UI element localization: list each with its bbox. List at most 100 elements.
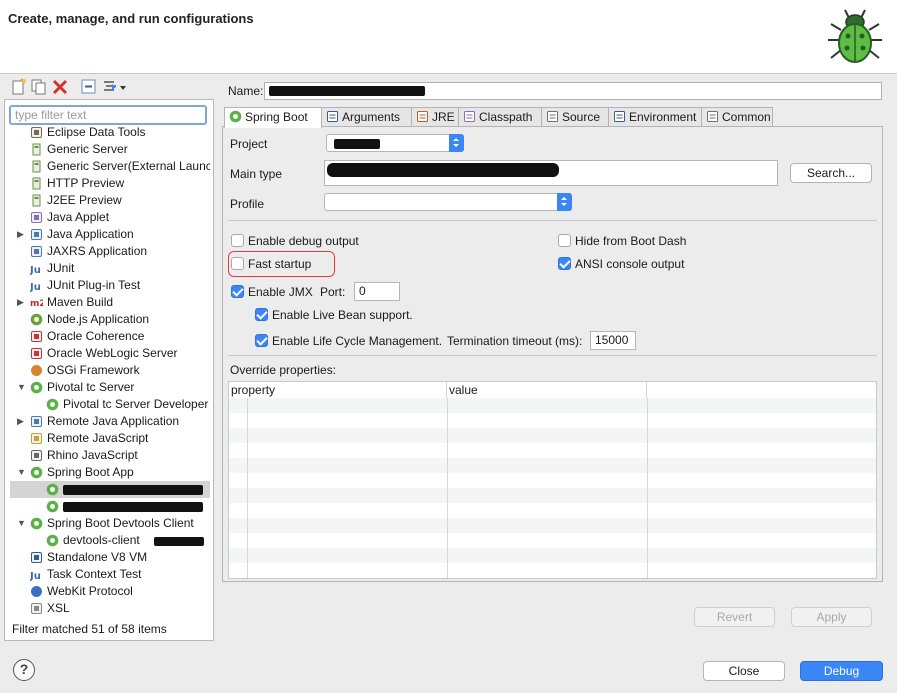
debug-button[interactable]: Debug xyxy=(800,661,883,681)
enable-live-bean-checkbox[interactable] xyxy=(255,308,268,321)
tree-item[interactable]: Generic Server xyxy=(10,141,210,158)
tree-item[interactable]: Oracle Coherence xyxy=(10,328,210,345)
collapsed-arrow-icon[interactable]: ▶ xyxy=(17,413,24,430)
tree-item[interactable]: Ju Task Context Test xyxy=(10,566,210,583)
tree-item[interactable]: ▼ Spring Boot Devtools Client xyxy=(10,515,210,532)
enable-lifecycle-checkbox[interactable] xyxy=(255,334,268,347)
tree-item[interactable] xyxy=(10,481,210,498)
xsl-icon xyxy=(31,603,42,614)
collapsed-arrow-icon[interactable]: ▶ xyxy=(17,294,24,311)
profile-select[interactable] xyxy=(324,193,572,211)
tab-source[interactable]: Source xyxy=(541,107,609,127)
filter-input[interactable] xyxy=(9,105,207,125)
column-header-property[interactable]: property xyxy=(229,382,447,398)
tab-jre[interactable]: JRE xyxy=(411,107,459,127)
tab-label: Arguments xyxy=(342,110,401,124)
tab-classpath[interactable]: Classpath xyxy=(458,107,542,127)
main-type-input[interactable] xyxy=(324,160,778,186)
new-config-icon[interactable] xyxy=(10,78,28,96)
termination-timeout-input[interactable]: 15000 xyxy=(590,331,636,350)
tree-item-label: JUnit xyxy=(47,261,75,275)
java-app-icon xyxy=(31,229,42,240)
port-input[interactable]: 0 xyxy=(354,282,400,301)
override-properties-label: Override properties: xyxy=(230,363,337,377)
weblogic-icon xyxy=(31,348,42,359)
table-row[interactable] xyxy=(229,488,876,503)
table-row[interactable] xyxy=(229,443,876,458)
tree-item[interactable]: ▼ Spring Boot App xyxy=(10,464,210,481)
table-row[interactable] xyxy=(229,473,876,488)
tree-item[interactable]: WebKit Protocol xyxy=(10,583,210,600)
table-row[interactable] xyxy=(229,413,876,428)
hide-from-boot-dash-label: Hide from Boot Dash xyxy=(575,234,687,248)
table-row[interactable] xyxy=(229,458,876,473)
name-field[interactable] xyxy=(264,82,882,100)
tree-item[interactable]: HTTP Preview xyxy=(10,175,210,192)
classpath-icon xyxy=(464,111,475,122)
source-icon xyxy=(547,111,558,122)
filter-menu-icon[interactable] xyxy=(102,78,128,96)
duplicate-config-icon[interactable] xyxy=(30,78,48,96)
table-row[interactable] xyxy=(229,428,876,443)
revert-button[interactable]: Revert xyxy=(694,607,775,627)
enable-debug-output-checkbox[interactable] xyxy=(231,234,244,247)
apply-button[interactable]: Apply xyxy=(791,607,872,627)
tree-item[interactable]: JAXRS Application xyxy=(10,243,210,260)
table-row[interactable] xyxy=(229,533,876,548)
tree-item[interactable]: ▶ m2 Maven Build xyxy=(10,294,210,311)
tree-item[interactable]: Eclipse Data Tools xyxy=(10,125,210,141)
webkit-icon xyxy=(31,586,42,597)
tree-item[interactable]: ▶ Remote Java Application xyxy=(10,413,210,430)
override-properties-table[interactable]: property value xyxy=(228,381,877,579)
project-select[interactable] xyxy=(326,134,464,152)
tree-item[interactable]: XSL xyxy=(10,600,210,617)
expanded-arrow-icon[interactable]: ▼ xyxy=(17,464,26,481)
expanded-arrow-icon[interactable]: ▼ xyxy=(17,515,26,532)
tree-item[interactable]: devtools-client xyxy=(10,532,210,549)
delete-config-icon[interactable] xyxy=(51,78,69,96)
help-icon[interactable]: ? xyxy=(13,659,35,681)
tree-item[interactable]: ▼ Pivotal tc Server xyxy=(10,379,210,396)
table-row[interactable] xyxy=(229,398,876,413)
fast-startup-label: Fast startup xyxy=(248,257,312,271)
profile-select-chevron-icon xyxy=(557,193,572,211)
close-button[interactable]: Close xyxy=(703,661,785,681)
table-row[interactable] xyxy=(229,518,876,533)
tab-common[interactable]: Common xyxy=(701,107,773,127)
tree-item[interactable]: J2EE Preview xyxy=(10,192,210,209)
tree-item[interactable]: Standalone V8 VM xyxy=(10,549,210,566)
enable-jmx-checkbox[interactable] xyxy=(231,285,244,298)
tree-item[interactable]: Remote JavaScript xyxy=(10,430,210,447)
tab-spring-boot[interactable]: Spring Boot xyxy=(224,107,322,128)
tree-item[interactable]: Rhino JavaScript xyxy=(10,447,210,464)
tree-item[interactable]: Java Applet xyxy=(10,209,210,226)
tree-item[interactable]: OSGi Framework xyxy=(10,362,210,379)
tree-item-label: Generic Server(External Launc xyxy=(47,159,210,173)
tab-arguments[interactable]: Arguments xyxy=(321,107,412,127)
tree-item[interactable]: Ju JUnit xyxy=(10,260,210,277)
expanded-arrow-icon[interactable]: ▼ xyxy=(17,379,26,396)
tree-item[interactable]: Oracle WebLogic Server xyxy=(10,345,210,362)
tree-item[interactable]: Node.js Application xyxy=(10,311,210,328)
ansi-console-output-checkbox[interactable] xyxy=(558,257,571,270)
svg-text:m2: m2 xyxy=(30,299,43,309)
remote-java-icon xyxy=(31,416,42,427)
collapse-all-icon[interactable] xyxy=(80,78,98,96)
tab-environment[interactable]: Environment xyxy=(608,107,702,127)
search-button[interactable]: Search... xyxy=(790,163,872,183)
config-tabs: Spring Boot Arguments JRE Classpath Source En… xyxy=(222,107,883,128)
tree-item[interactable]: ▶ Java Application xyxy=(10,226,210,243)
tree-item-label: Remote Java Application xyxy=(47,414,180,428)
table-row[interactable] xyxy=(229,548,876,563)
tree-item[interactable]: Ju JUnit Plug-in Test xyxy=(10,277,210,294)
table-row[interactable] xyxy=(229,503,876,518)
tree-item[interactable]: Pivotal tc Server Developer xyxy=(10,396,210,413)
fast-startup-checkbox[interactable] xyxy=(231,257,244,270)
tree-item[interactable] xyxy=(10,498,210,515)
collapsed-arrow-icon[interactable]: ▶ xyxy=(17,226,24,243)
hide-from-boot-dash-checkbox[interactable] xyxy=(558,234,571,247)
tree-item[interactable]: Generic Server(External Launc xyxy=(10,158,210,175)
table-row[interactable] xyxy=(229,563,876,578)
rhino-icon xyxy=(31,450,42,461)
column-header-value[interactable]: value xyxy=(447,382,647,398)
